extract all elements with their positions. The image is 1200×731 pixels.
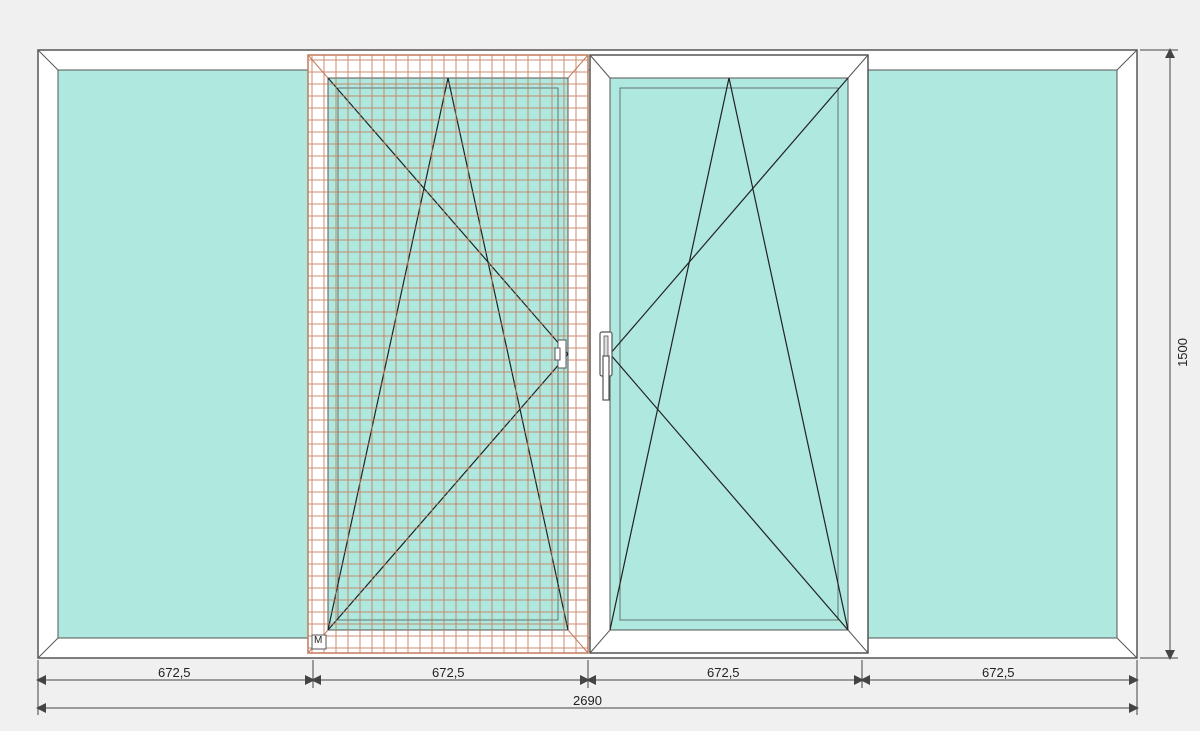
mesh-badge-label: M bbox=[314, 635, 322, 646]
dim-total-width: 2690 bbox=[573, 693, 602, 708]
dim-panel-3: 672,5 bbox=[707, 665, 740, 680]
pane-2-sash bbox=[308, 55, 588, 653]
dim-panel-2: 672,5 bbox=[432, 665, 465, 680]
dim-total-height: 1500 bbox=[1175, 338, 1190, 367]
dim-panel-1: 672,5 bbox=[158, 665, 191, 680]
drawing-canvas: 672,5 672,5 672,5 672,5 2690 1500 M bbox=[0, 0, 1200, 731]
mesh-overlay bbox=[308, 55, 588, 653]
dim-panel-4: 672,5 bbox=[982, 665, 1015, 680]
window-diagram-svg bbox=[0, 0, 1200, 731]
pane-3-sash bbox=[590, 55, 868, 653]
pane-4-glass bbox=[868, 70, 1117, 638]
pane-1-glass bbox=[58, 70, 308, 638]
